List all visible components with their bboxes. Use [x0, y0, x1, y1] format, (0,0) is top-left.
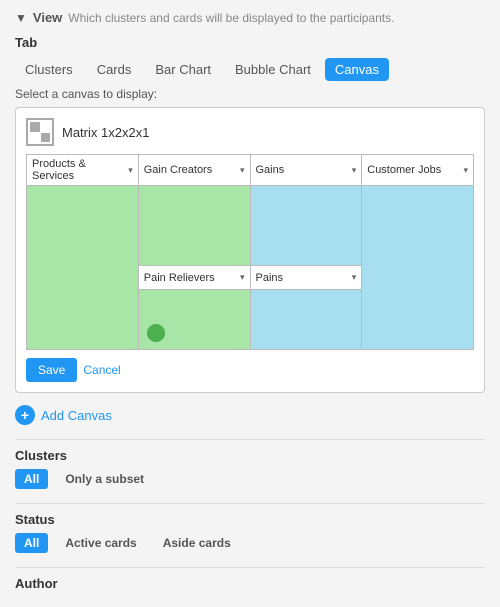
add-canvas-label: Add Canvas — [41, 408, 112, 423]
canvas-buttons: Save Cancel — [26, 358, 474, 382]
col-header-products[interactable]: Products & Services ▾ — [27, 155, 139, 186]
tab-bar-chart[interactable]: Bar Chart — [145, 58, 221, 81]
tab-cards[interactable]: Cards — [87, 58, 142, 81]
bubble-indicator — [147, 324, 165, 342]
clusters-badges: All Only a subset — [15, 469, 485, 489]
dropdown-arrow-gains: ▾ — [352, 165, 357, 176]
col-mid-pain-relievers[interactable]: Pain Relievers ▾ — [138, 266, 250, 290]
dropdown-arrow-products: ▾ — [128, 165, 133, 176]
divider-2 — [15, 503, 485, 504]
add-canvas-row[interactable]: + Add Canvas — [15, 405, 485, 425]
cancel-button[interactable]: Cancel — [83, 363, 120, 377]
col-header-gains[interactable]: Gains ▾ — [250, 155, 362, 186]
tab-canvas[interactable]: Canvas — [325, 58, 389, 81]
cell-gain-creators-green — [138, 186, 250, 266]
status-active-badge[interactable]: Active cards — [56, 533, 145, 553]
dropdown-arrow-customer: ▾ — [463, 165, 468, 176]
save-button[interactable]: Save — [26, 358, 77, 382]
tabs-container: Clusters Cards Bar Chart Bubble Chart Ca… — [15, 58, 485, 81]
canvas-select-label: Select a canvas to display: — [15, 87, 485, 101]
tab-section-label: Tab — [15, 35, 485, 50]
view-label: View — [33, 10, 62, 25]
cell-products-green — [27, 186, 139, 350]
clusters-subset-badge[interactable]: Only a subset — [56, 469, 153, 489]
matrix-header-row: Products & Services ▾ Gain Creators ▾ — [27, 155, 474, 186]
status-badges: All Active cards Aside cards — [15, 533, 485, 553]
status-all-badge[interactable]: All — [15, 533, 48, 553]
view-arrow[interactable]: ▼ — [15, 11, 27, 25]
dropdown-arrow-gain: ▾ — [240, 165, 245, 176]
canvas-title-row: Matrix 1x2x2x1 — [26, 118, 474, 146]
col-header-gain-creators[interactable]: Gain Creators ▾ — [138, 155, 250, 186]
status-aside-badge[interactable]: Aside cards — [154, 533, 240, 553]
divider-1 — [15, 439, 485, 440]
status-title: Status — [15, 512, 485, 527]
matrix-icon — [26, 118, 54, 146]
cell-customer-jobs-blue — [362, 186, 474, 350]
view-section-header: ▼ View Which clusters and cards will be … — [15, 10, 485, 25]
clusters-all-badge[interactable]: All — [15, 469, 48, 489]
matrix-grid: Products & Services ▾ Gain Creators ▾ — [26, 154, 474, 350]
col-mid-pains[interactable]: Pains ▾ — [250, 266, 362, 290]
divider-3 — [15, 567, 485, 568]
add-canvas-icon: + — [15, 405, 35, 425]
clusters-title: Clusters — [15, 448, 485, 463]
tab-clusters[interactable]: Clusters — [15, 58, 83, 81]
matrix-body-top — [27, 186, 474, 266]
author-title: Author — [15, 576, 485, 591]
tab-bubble-chart[interactable]: Bubble Chart — [225, 58, 321, 81]
dropdown-arrow-pain: ▾ — [240, 272, 245, 283]
cell-pains-blue — [250, 290, 362, 350]
col-header-customer-jobs[interactable]: Customer Jobs ▾ — [362, 155, 474, 186]
view-desc: Which clusters and cards will be display… — [68, 11, 394, 25]
canvas-title: Matrix 1x2x2x1 — [62, 125, 149, 140]
canvas-card: Matrix 1x2x2x1 Products & Services ▾ — [15, 107, 485, 393]
dropdown-arrow-pains: ▾ — [352, 272, 357, 283]
cell-pain-relievers-green — [138, 290, 250, 350]
matrix-table: Products & Services ▾ Gain Creators ▾ — [26, 154, 474, 350]
cell-gains-blue — [250, 186, 362, 266]
